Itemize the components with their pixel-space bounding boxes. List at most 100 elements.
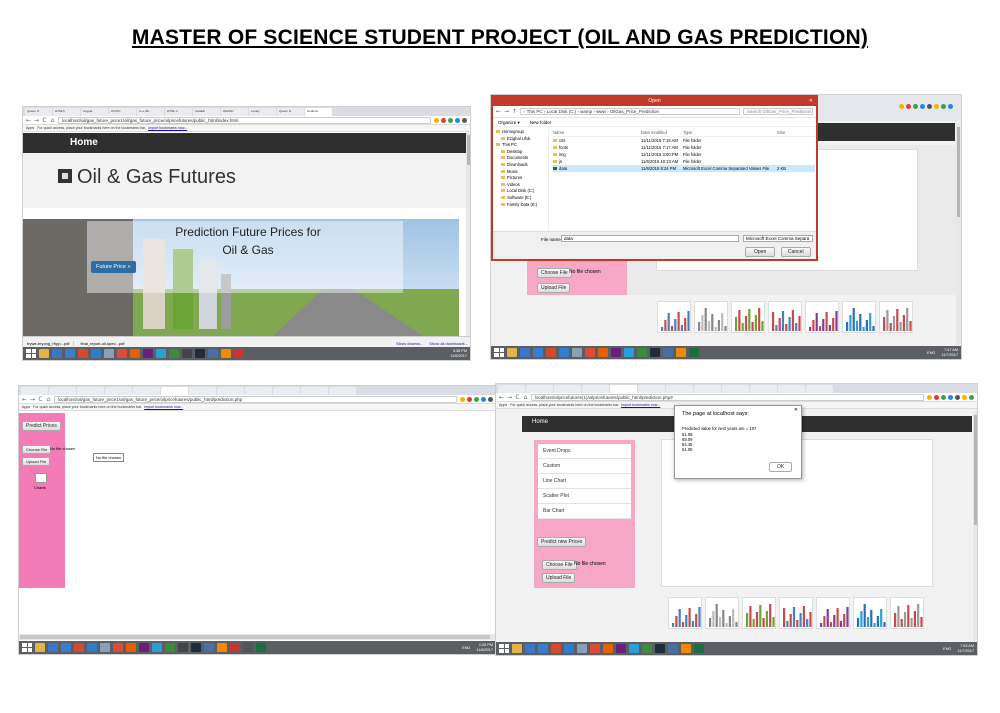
page-scrollbar[interactable] [973, 411, 977, 641]
steam-icon[interactable] [655, 644, 665, 653]
vlc-icon[interactable] [681, 644, 691, 653]
page-scrollbar[interactable] [956, 123, 961, 345]
chart-thumbnail[interactable] [779, 597, 813, 629]
back-icon[interactable]: ← [22, 396, 27, 403]
file-name-input[interactable]: data [561, 235, 739, 242]
open-button[interactable]: Open [745, 247, 776, 257]
file-explorer-icon[interactable] [507, 348, 517, 357]
page-horizontal-scrollbar[interactable] [19, 634, 496, 640]
folder-path[interactable]: › This PC › Local Disk (C:) › wamp › www… [520, 108, 740, 115]
folder-tree-item[interactable]: Downloads [495, 162, 548, 169]
chart-thumbnail[interactable] [805, 301, 839, 333]
windows-start-icon[interactable] [26, 349, 36, 358]
skype-icon[interactable] [48, 643, 58, 652]
page-scrollbar[interactable] [466, 133, 470, 336]
folder-tree-item[interactable]: Ezighal Ufuk [495, 136, 548, 143]
windows-start-icon[interactable] [499, 644, 509, 653]
steam-icon[interactable] [650, 348, 660, 357]
reload-icon[interactable]: C [515, 394, 520, 401]
import-bookmarks-link[interactable]: Import bookmarks now... [144, 405, 183, 409]
app-icon[interactable] [152, 643, 162, 652]
steam-icon[interactable] [195, 349, 205, 358]
back-icon[interactable]: ← [499, 394, 504, 401]
language-indicator[interactable]: ENG [943, 647, 951, 651]
choose-file-button[interactable]: Choose File [537, 268, 572, 278]
file-row[interactable]: data 11/6/2015 8:24 PM Microsoft Excel Com… [553, 165, 815, 172]
browser-tab[interactable]: OleDbC [221, 108, 248, 116]
download-item[interactable]: final_report-oil-spec...pdf [80, 341, 124, 346]
home-icon[interactable]: ⌂ [523, 394, 528, 401]
column-header-name[interactable]: Name [553, 130, 641, 135]
app-icon[interactable] [642, 644, 652, 653]
app-icon[interactable] [629, 644, 639, 653]
forward-icon[interactable]: → [34, 117, 39, 124]
browser-tab[interactable]: Angula [81, 108, 108, 116]
predict-prices-button[interactable]: Predict Prices [22, 421, 61, 431]
app-icon[interactable] [234, 349, 244, 358]
home-icon[interactable]: ⌂ [46, 396, 51, 403]
browser-tab[interactable]: localhos [305, 108, 332, 116]
url-input[interactable]: localhost/oilpricefutures(1)/oilpricefut… [531, 393, 924, 401]
reload-icon[interactable]: C [38, 396, 43, 403]
file-explorer-icon[interactable] [512, 644, 522, 653]
file-explorer-icon[interactable] [39, 349, 49, 358]
chart-menu-item[interactable]: Line Chart [538, 474, 631, 489]
folder-tree-item[interactable]: Music [495, 169, 548, 176]
visual-studio-icon[interactable] [143, 349, 153, 358]
vlc-icon[interactable] [217, 643, 227, 652]
app-icon[interactable] [204, 643, 214, 652]
forward-icon[interactable]: → [30, 396, 35, 403]
file-row[interactable]: js 11/6/2015 10:23 AM File folder [553, 158, 815, 165]
shield-icon[interactable] [61, 643, 71, 652]
chart-thumbnail[interactable] [694, 301, 728, 333]
vlc-icon[interactable] [676, 348, 686, 357]
visual-studio-icon[interactable] [611, 348, 621, 357]
visual-studio-icon[interactable] [616, 644, 626, 653]
file-row[interactable]: fonts 11/11/2015 7:17 AM File folder [553, 144, 815, 151]
folder-tree-item[interactable]: This PC [495, 142, 548, 149]
up-icon[interactable]: ↑ [512, 108, 517, 115]
column-header-type[interactable]: Type [683, 130, 777, 135]
app-icon[interactable] [564, 644, 574, 653]
cancel-button[interactable]: Cancel [781, 247, 811, 257]
vlc-icon[interactable] [221, 349, 231, 358]
import-bookmarks-link[interactable]: Import bookmarks now... [148, 126, 187, 130]
app-icon[interactable] [572, 348, 582, 357]
chart-thumbnail[interactable] [705, 597, 739, 629]
charts-label[interactable]: Charts [34, 485, 46, 490]
show-all-downloads-link[interactable]: Show all downloads... [429, 341, 468, 346]
chart-menu-item[interactable]: Event Drops [538, 444, 631, 459]
upload-file-button[interactable]: Upload File [537, 283, 571, 293]
apps-link[interactable]: Apps [26, 126, 34, 130]
browser-tab[interactable]: Queen G [277, 108, 304, 116]
browser-tab[interactable]: HTML C [165, 108, 192, 116]
firefox-icon[interactable] [126, 643, 136, 652]
chart-thumbnail[interactable] [842, 301, 876, 333]
excel-icon[interactable] [689, 348, 699, 357]
app-icon[interactable] [208, 349, 218, 358]
visual-studio-icon[interactable] [139, 643, 149, 652]
app-icon[interactable] [156, 349, 166, 358]
shield-icon[interactable] [538, 644, 548, 653]
shield-icon[interactable] [533, 348, 543, 357]
browser-tab[interactable]: Lovely [249, 108, 276, 116]
app-icon[interactable] [668, 644, 678, 653]
charts-icon[interactable] [35, 473, 47, 483]
skype-icon[interactable] [525, 644, 535, 653]
app-icon[interactable] [78, 349, 88, 358]
chrome-icon[interactable] [113, 643, 123, 652]
app-icon[interactable] [104, 349, 114, 358]
chart-menu-item[interactable]: Scatter Plot [538, 489, 631, 504]
firefox-icon[interactable] [130, 349, 140, 358]
app-icon[interactable] [551, 644, 561, 653]
new-folder-button[interactable]: New folder [530, 120, 552, 125]
chart-thumbnail[interactable] [890, 597, 924, 629]
app-icon[interactable] [169, 349, 179, 358]
chart-thumbnail[interactable] [816, 597, 850, 629]
file-row[interactable]: img 11/11/2015 3:00 PM File folder [553, 151, 815, 158]
predict-new-prices-button[interactable]: Predict new Prices [537, 537, 587, 547]
app-icon[interactable] [178, 643, 188, 652]
chart-thumbnail[interactable] [657, 301, 691, 333]
chart-thumbnail[interactable] [853, 597, 887, 629]
url-input[interactable]: localhost/oil/gas_future_price1/oil/gas_… [58, 116, 431, 124]
